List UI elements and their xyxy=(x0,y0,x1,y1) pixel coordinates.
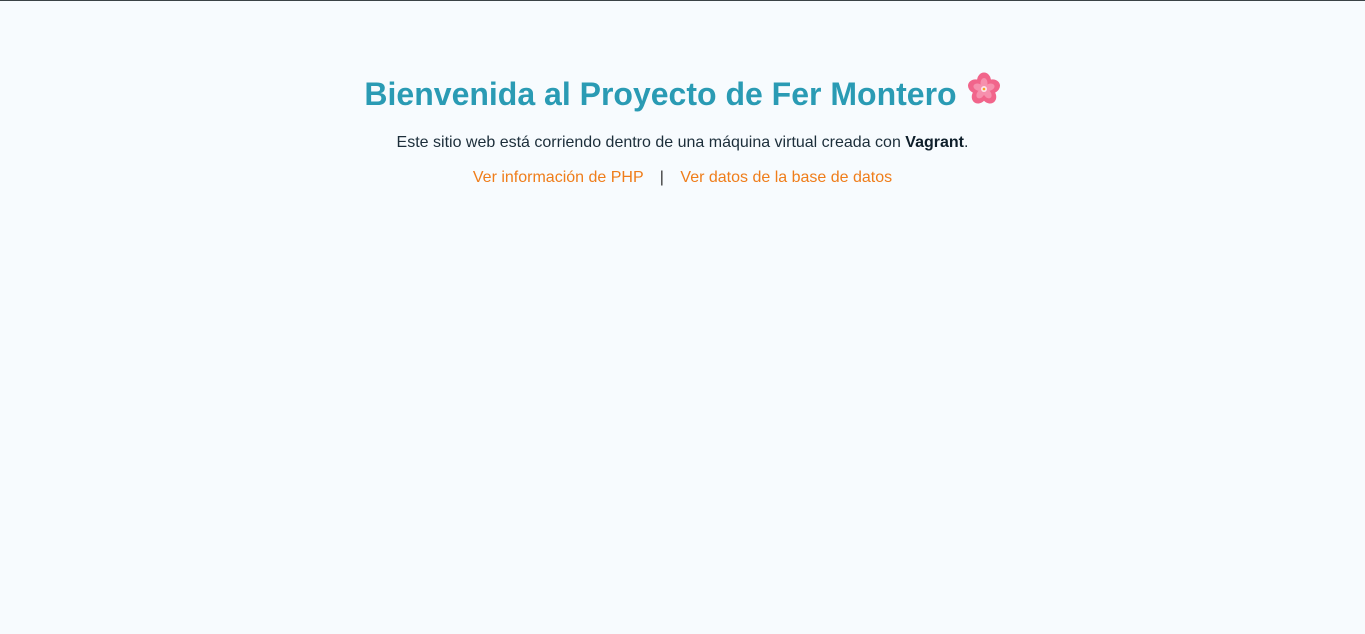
vagrant-highlight: Vagrant xyxy=(905,134,964,151)
links-row: Ver información de PHP | Ver datos de la… xyxy=(0,168,1365,188)
page-title: Bienvenida al Proyecto de Fer Montero xyxy=(0,72,1365,118)
links-separator: | xyxy=(659,169,664,186)
intro-text-after: . xyxy=(963,134,969,151)
cherry-blossom-icon xyxy=(967,72,1001,115)
page-title-text: Bienvenida al Proyecto de Fer Montero xyxy=(364,76,957,112)
intro-text-before: Este sitio web está corriendo dentro de … xyxy=(396,134,906,151)
intro-text: Este sitio web está corriendo dentro de … xyxy=(0,133,1365,153)
php-info-link[interactable]: Ver información de PHP xyxy=(473,169,643,186)
page: Bienvenida al Proyecto de Fer Montero Es… xyxy=(0,0,1365,634)
database-data-link[interactable]: Ver datos de la base de datos xyxy=(680,169,892,186)
